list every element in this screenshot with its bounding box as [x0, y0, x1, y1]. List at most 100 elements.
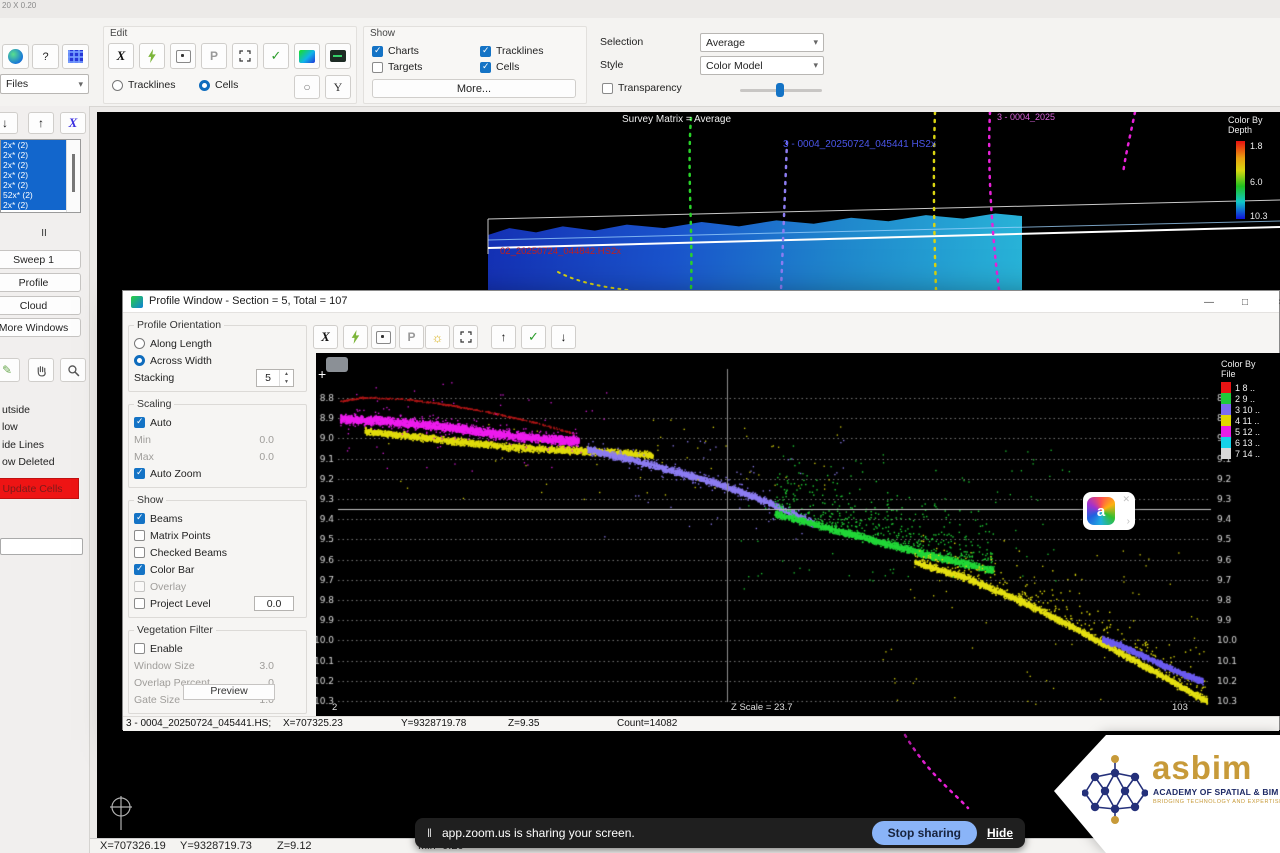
more-windows-button[interactable]: More Windows	[0, 318, 81, 337]
file-list-item[interactable]: 2x* (2)	[1, 180, 69, 190]
flag-button[interactable]: P	[201, 43, 227, 69]
show-targets-checkbox[interactable]: Targets	[372, 61, 422, 73]
more-button[interactable]: More...	[372, 79, 576, 98]
row-project-level[interactable]: Project Level0.0	[134, 595, 302, 612]
row-checked-beams[interactable]: Checked Beams	[134, 544, 302, 561]
pan-hand-button[interactable]	[28, 358, 54, 382]
checkbox-icon[interactable]	[134, 598, 145, 609]
matrix-view-button[interactable]	[62, 44, 89, 69]
move-down-button[interactable]: ↓	[0, 112, 18, 134]
widget-close-icon[interactable]: ✕	[1122, 494, 1130, 505]
circle-select-button[interactable]: ○	[294, 75, 320, 99]
delete-file-button[interactable]: X	[60, 112, 86, 134]
cloud-window-button[interactable]: Cloud	[0, 296, 81, 315]
row-along-length[interactable]: Along Length	[134, 335, 302, 352]
legend-color-swatch	[1221, 448, 1231, 459]
move-up-button[interactable]: ↑	[28, 112, 54, 134]
radio-icon[interactable]	[134, 338, 145, 349]
stop-sharing-button[interactable]: Stop sharing	[872, 821, 977, 845]
hide-link[interactable]: Hide	[987, 826, 1013, 840]
row-stacking[interactable]: Stacking5▲▼	[134, 369, 302, 386]
file-list[interactable]: 2x* (2)2x* (2)2x* (2)2x* (2)2x* (2)52x* …	[0, 139, 81, 213]
spin-down-icon[interactable]: ▼	[280, 378, 293, 386]
dlg-expand-button[interactable]	[453, 325, 478, 349]
checkbox-icon[interactable]	[134, 564, 145, 575]
checkbox-icon[interactable]	[134, 547, 145, 558]
row-auto[interactable]: Auto	[134, 414, 302, 431]
dlg-up-button[interactable]: ↑	[491, 325, 516, 349]
pause-icon[interactable]: ‖	[427, 826, 432, 840]
scrollbar-thumb[interactable]	[72, 154, 75, 192]
profile-chart-canvas[interactable]	[316, 353, 1280, 716]
accept-button[interactable]: ✓	[263, 43, 289, 69]
color-model-button[interactable]	[294, 43, 320, 69]
dlg-flag-button[interactable]: P	[399, 325, 424, 349]
edit-pencil-button[interactable]: ✎	[0, 358, 20, 382]
preview-button[interactable]: Preview	[183, 684, 275, 700]
update-cells-button[interactable]: Update Cells	[0, 478, 79, 499]
show-charts-checkbox[interactable]: Charts	[372, 45, 419, 57]
checkbox-icon[interactable]	[134, 417, 145, 428]
stacking-spinner[interactable]: 5▲▼	[256, 369, 294, 387]
checkbox-icon[interactable]	[134, 513, 145, 524]
checkbox-icon[interactable]	[134, 643, 145, 654]
zoom-app-logo[interactable]: a	[1087, 497, 1115, 525]
file-list-item[interactable]: 2x* (2)	[1, 170, 69, 180]
transparency-checkbox[interactable]: Transparency	[602, 82, 682, 94]
dlg-delete-button[interactable]: X	[313, 325, 338, 349]
radio-icon[interactable]	[134, 355, 145, 366]
dialog-titlebar[interactable]: Profile Window - Section = 5, Total = 10…	[123, 291, 1279, 313]
checkbox-icon[interactable]	[134, 581, 145, 592]
transparency-slider-handle[interactable]	[776, 83, 784, 97]
files-dropdown[interactable]: Files ▾	[0, 74, 89, 94]
checkbox-icon[interactable]	[134, 468, 145, 479]
edit-cells-radio[interactable]: Cells	[199, 79, 238, 91]
widget-expand-icon[interactable]: ›	[1127, 516, 1130, 527]
checkbox-icon[interactable]	[134, 530, 145, 541]
spin-up-icon[interactable]: ▲	[280, 370, 293, 378]
y-tool-button[interactable]: Y	[325, 75, 351, 99]
dlg-sun-button[interactable]: ☼	[425, 325, 450, 349]
file-list-item[interactable]: 2x* (2)	[1, 200, 69, 210]
maximize-button[interactable]: □	[1227, 291, 1263, 313]
file-list-item[interactable]: 2x* (2)	[1, 160, 69, 170]
sidebar-input[interactable]	[0, 538, 83, 555]
row-enable[interactable]: Enable	[134, 640, 302, 657]
help-button[interactable]: ?	[32, 44, 59, 69]
file-list-item[interactable]: 52x* (2)	[1, 190, 69, 200]
asbim-tagline-1: ACADEMY OF SPATIAL & BIM	[1153, 787, 1279, 797]
dlg-cell-button[interactable]	[371, 325, 396, 349]
row-color-bar[interactable]: Color Bar	[134, 561, 302, 578]
dlg-accept-button[interactable]: ✓	[521, 325, 546, 349]
selection-dropdown[interactable]: Average ▾	[700, 33, 824, 52]
file-list-scrollbar[interactable]	[66, 140, 80, 212]
style-dropdown[interactable]: Color Model ▾	[700, 56, 824, 75]
row-input[interactable]: 0.0	[254, 596, 294, 611]
row-matrix-points[interactable]: Matrix Points	[134, 527, 302, 544]
spinner-value: 5	[257, 370, 279, 386]
matrix-cell-button[interactable]	[325, 43, 351, 69]
delete-button[interactable]: X	[108, 43, 134, 69]
globe-button[interactable]	[2, 44, 29, 69]
dlg-lightning-button[interactable]	[343, 325, 368, 349]
show-cells-checkbox[interactable]: Cells	[480, 61, 519, 73]
close-button[interactable]: ×	[1263, 291, 1280, 313]
minimize-button[interactable]: —	[1191, 291, 1227, 313]
file-list-item[interactable]: 2x* (2)	[1, 150, 69, 160]
show-tracklines-checkbox[interactable]: Tracklines	[480, 45, 543, 57]
lightning-button[interactable]	[139, 43, 165, 69]
zoom-app-widget[interactable]: a ✕ ›	[1083, 492, 1135, 530]
profile-window-button[interactable]: Profile	[0, 273, 81, 292]
sweep-window-button[interactable]: Sweep 1	[0, 250, 81, 269]
row-overlay[interactable]: Overlay	[134, 578, 302, 595]
cell-edit-button[interactable]	[170, 43, 196, 69]
row-auto-zoom[interactable]: Auto Zoom	[134, 465, 302, 482]
edit-tracklines-radio[interactable]: Tracklines	[112, 79, 175, 91]
row-across-width[interactable]: Across Width	[134, 352, 302, 369]
file-list-item[interactable]: 2x* (2)	[1, 140, 69, 150]
zoom-select-button[interactable]	[60, 358, 86, 382]
expand-button[interactable]	[232, 43, 258, 69]
file-legend-rows: 1 8 ..2 9 ..3 10 ..4 11 ..5 12 ..6 13 ..…	[1221, 382, 1279, 459]
row-beams[interactable]: Beams	[134, 510, 302, 527]
dlg-down-button[interactable]: ↓	[551, 325, 576, 349]
